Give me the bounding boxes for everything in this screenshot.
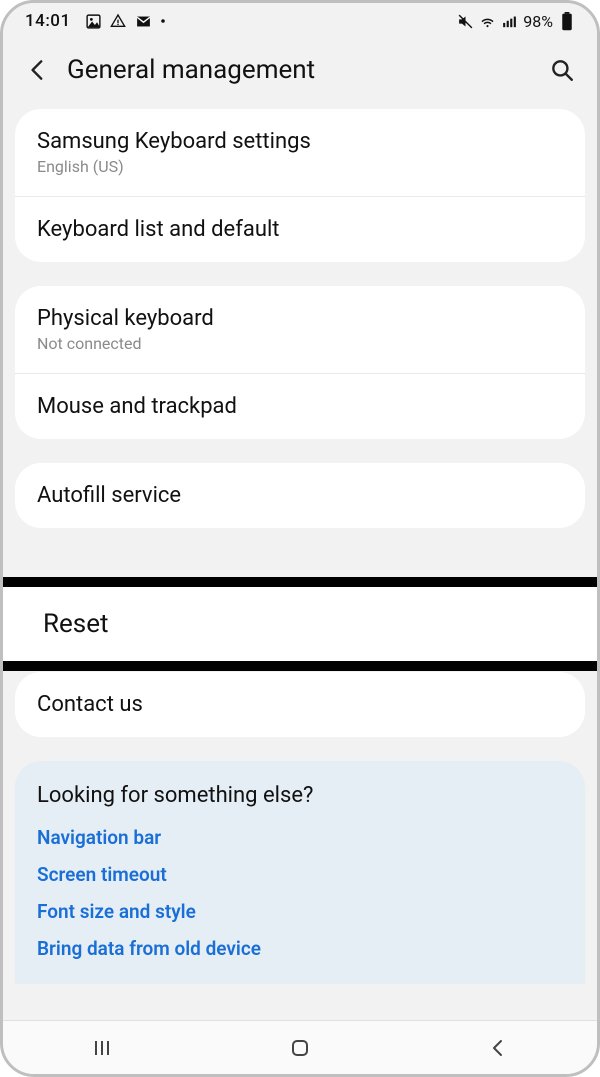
mail-icon: [135, 13, 152, 30]
row-title: Autofill service: [37, 483, 563, 508]
row-mouse-trackpad[interactable]: Mouse and trackpad: [15, 373, 585, 439]
row-contact-us[interactable]: Contact us: [15, 672, 585, 737]
nav-back-button[interactable]: [478, 1028, 518, 1068]
row-reset[interactable]: Reset: [3, 587, 597, 661]
row-subtitle: Not connected: [37, 334, 563, 353]
link-screen-timeout[interactable]: Screen timeout: [37, 863, 563, 886]
status-bar: 14:01 98%: [3, 3, 597, 39]
image-icon: [85, 13, 102, 30]
signal-icon: [501, 13, 518, 30]
row-title: Keyboard list and default: [37, 217, 563, 242]
row-title: Samsung Keyboard settings: [37, 129, 563, 154]
back-icon: [486, 1036, 510, 1060]
header: General management: [3, 39, 597, 109]
status-left: 14:01: [25, 11, 166, 31]
row-physical-keyboard[interactable]: Physical keyboard Not connected: [15, 286, 585, 373]
row-title: Physical keyboard: [37, 306, 563, 331]
row-title: Reset: [43, 609, 557, 639]
link-navigation-bar[interactable]: Navigation bar: [37, 826, 563, 849]
mute-icon: [457, 13, 474, 30]
row-title: Contact us: [37, 692, 563, 717]
device-frame: 14:01 98%: [0, 0, 600, 1077]
search-icon: [549, 57, 575, 83]
card-contact: Contact us: [15, 672, 585, 737]
recents-icon: [90, 1036, 114, 1060]
reset-highlight: Reset: [3, 577, 597, 671]
home-icon: [288, 1036, 312, 1060]
page-title: General management: [67, 55, 545, 85]
row-samsung-keyboard[interactable]: Samsung Keyboard settings English (US): [15, 109, 585, 196]
nav-recents-button[interactable]: [82, 1028, 122, 1068]
wifi-icon: [479, 13, 496, 30]
chevron-left-icon: [25, 57, 51, 83]
nav-home-button[interactable]: [280, 1028, 320, 1068]
row-subtitle: English (US): [37, 157, 563, 176]
link-font-size-style[interactable]: Font size and style: [37, 900, 563, 923]
card-autofill: Autofill service: [15, 463, 585, 528]
card-keyboard: Samsung Keyboard settings English (US) K…: [15, 109, 585, 262]
status-right: 98%: [457, 12, 575, 31]
back-button[interactable]: [21, 53, 55, 87]
suggest-title: Looking for something else?: [37, 783, 563, 808]
row-title: Mouse and trackpad: [37, 394, 563, 419]
status-clock: 14:01: [25, 11, 71, 31]
navigation-bar: [3, 1020, 597, 1074]
row-keyboard-list[interactable]: Keyboard list and default: [15, 196, 585, 262]
warning-icon: [110, 13, 127, 30]
search-button[interactable]: [545, 53, 579, 87]
card-physical: Physical keyboard Not connected Mouse an…: [15, 286, 585, 439]
dot-icon: [160, 13, 166, 30]
card-suggestions: Looking for something else? Navigation b…: [15, 761, 585, 984]
link-bring-data[interactable]: Bring data from old device: [37, 937, 563, 960]
content: Samsung Keyboard settings English (US) K…: [3, 109, 597, 984]
battery-icon: [558, 13, 575, 30]
row-autofill[interactable]: Autofill service: [15, 463, 585, 528]
battery-percent: 98%: [523, 12, 553, 31]
